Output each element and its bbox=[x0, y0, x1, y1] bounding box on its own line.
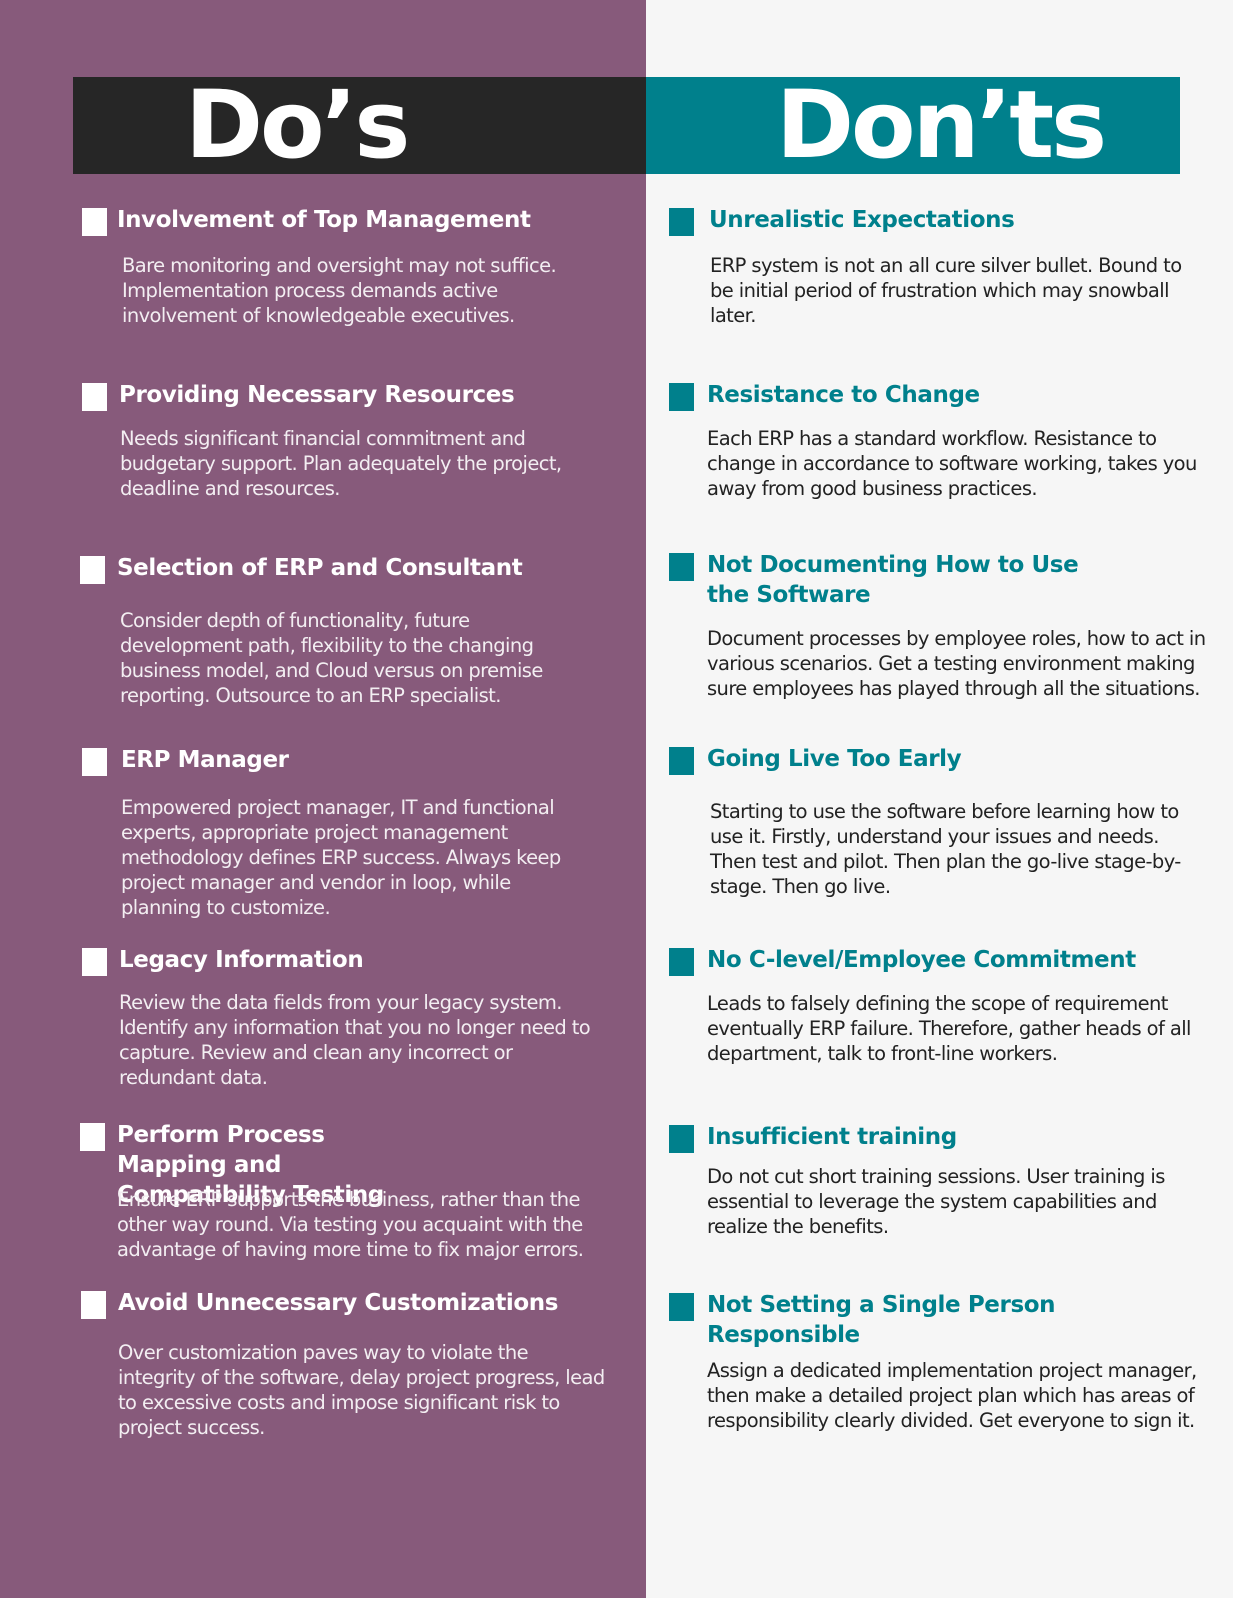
donts-item-title: Resistance to Change bbox=[707, 382, 980, 408]
square-bullet-icon bbox=[669, 208, 694, 236]
dos-banner: Do’s bbox=[73, 77, 646, 174]
dos-item-body: Review the data fields from your legacy … bbox=[119, 991, 591, 1089]
square-bullet-icon bbox=[669, 383, 694, 411]
donts-item-title: Not Setting a Single Person Responsible bbox=[707, 1292, 1056, 1348]
donts-item-title: Insufficient training bbox=[707, 1124, 957, 1150]
dos-item-body: Consider depth of functionality, future … bbox=[120, 609, 543, 707]
dos-item-title: Legacy Information bbox=[119, 947, 364, 973]
square-bullet-icon bbox=[80, 556, 105, 584]
donts-item-title: Going Live Too Early bbox=[707, 746, 962, 772]
dos-item-body: Needs significant financial commitment a… bbox=[120, 427, 562, 500]
donts-title: Don’ts bbox=[776, 71, 1107, 180]
donts-banner: Don’ts bbox=[646, 77, 1180, 174]
donts-item-body: Assign a dedicated implementation projec… bbox=[707, 1359, 1197, 1432]
donts-item-body: Starting to use the software before lear… bbox=[710, 800, 1181, 898]
donts-item-title: No C-level/Employee Commitment bbox=[707, 947, 1136, 973]
square-bullet-icon bbox=[82, 748, 107, 776]
dos-item-title: Selection of ERP and Consultant bbox=[117, 555, 523, 581]
dos-item-body: Bare monitoring and oversight may not su… bbox=[122, 254, 557, 327]
square-bullet-icon bbox=[81, 1291, 106, 1319]
dos-item-body: Empowered project manager, IT and functi… bbox=[121, 796, 561, 919]
square-bullet-icon bbox=[669, 1293, 694, 1321]
donts-item-body: Do not cut short training sessions. User… bbox=[707, 1165, 1165, 1238]
donts-item-body: Each ERP has a standard workflow. Resist… bbox=[707, 427, 1197, 500]
dos-title: Do’s bbox=[185, 71, 410, 180]
dos-item-body: Ensure ERP supports the business, rather… bbox=[117, 1188, 584, 1261]
square-bullet-icon bbox=[82, 948, 107, 976]
dos-item-title: ERP Manager bbox=[121, 747, 289, 773]
donts-item-body: ERP system is not an all cure silver bul… bbox=[710, 254, 1182, 327]
square-bullet-icon bbox=[669, 747, 694, 775]
square-bullet-icon bbox=[82, 208, 107, 236]
donts-item-body: Leads to falsely defining the scope of r… bbox=[707, 992, 1191, 1065]
donts-item-title: Not Documenting How to Use the Software bbox=[707, 552, 1079, 608]
square-bullet-icon bbox=[82, 383, 107, 411]
dos-item-body: Over customization paves way to violate … bbox=[118, 1341, 605, 1439]
donts-item-title: Unrealistic Expectations bbox=[709, 207, 1015, 233]
donts-item-body: Document processes by employee roles, ho… bbox=[707, 627, 1206, 700]
square-bullet-icon bbox=[80, 1123, 105, 1151]
square-bullet-icon bbox=[669, 948, 694, 976]
dos-item-title: Providing Necessary Resources bbox=[119, 382, 515, 408]
dos-item-title: Involvement of Top Management bbox=[117, 207, 531, 233]
square-bullet-icon bbox=[669, 553, 694, 581]
square-bullet-icon bbox=[669, 1125, 694, 1153]
dos-item-title: Avoid Unnecessary Customizations bbox=[118, 1290, 559, 1316]
